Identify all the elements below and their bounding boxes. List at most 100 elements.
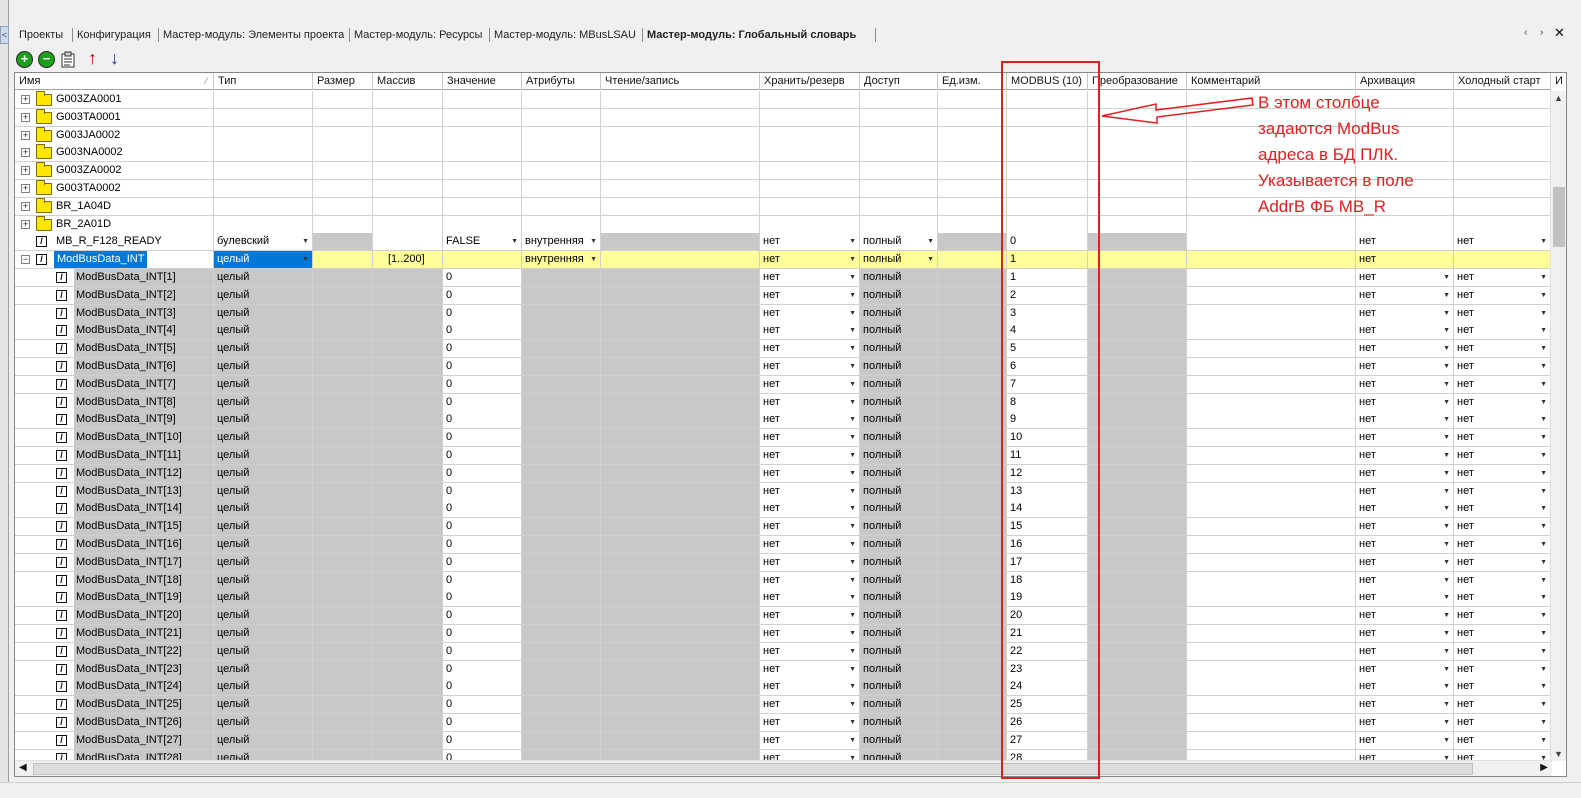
cell-col-11[interactable] [1088, 233, 1187, 252]
cell-col-11[interactable] [1088, 304, 1187, 323]
dropdown-arrow-icon[interactable]: ▼ [849, 732, 856, 749]
cell-col-2[interactable] [313, 500, 373, 519]
dropdown-arrow-icon[interactable]: ▼ [849, 340, 856, 357]
cell-col-1[interactable]: целый [214, 393, 313, 412]
cell-col-7[interactable]: нет ▼ [760, 482, 860, 501]
cell-col-6[interactable] [601, 197, 760, 216]
cell-col-1[interactable]: целый [214, 678, 313, 697]
cell-col-12[interactable] [1187, 589, 1356, 608]
tab-5[interactable]: Мастер-модуль: Глобальный словарь [647, 26, 856, 44]
cell-col-4[interactable]: 0 [443, 696, 522, 715]
dropdown-arrow-icon[interactable]: ▼ [1540, 447, 1547, 464]
cell-col-13[interactable]: нет ▼ [1356, 589, 1454, 608]
cell-col-14[interactable]: нет ▼ [1454, 678, 1550, 697]
cell-col-8[interactable]: полный [860, 269, 938, 287]
cell-col-13[interactable]: нет [1356, 233, 1454, 252]
table-row[interactable]: / ModBusData_INT[10] целый 0 нет ▼ полный 10 нет… [15, 429, 1550, 448]
cell-col-9[interactable] [938, 553, 1007, 572]
modbus-address-cell[interactable]: 26 [1007, 714, 1088, 732]
cell-col-13[interactable]: нет ▼ [1356, 625, 1454, 643]
table-row[interactable]: / ModBusData_INT[24] целый 0 нет ▼ полный 24 нет… [15, 678, 1550, 697]
dropdown-arrow-icon[interactable]: ▼ [1443, 643, 1450, 660]
cell-col-2[interactable] [313, 269, 373, 287]
cell-col-1[interactable] [214, 144, 313, 163]
cell-col-1[interactable] [214, 162, 313, 181]
cell-col-12[interactable] [1187, 251, 1356, 270]
cell-col-12[interactable] [1187, 393, 1356, 412]
vertical-scroll-thumb[interactable] [1553, 187, 1565, 247]
cell-col-14[interactable]: нет ▼ [1454, 518, 1550, 537]
cell-col-6[interactable] [601, 464, 760, 483]
cell-col-7[interactable]: нет ▼ [760, 429, 860, 448]
name-cell[interactable]: / ModBusData_INT[12] [15, 464, 214, 483]
cell-col-7[interactable]: нет ▼ [760, 571, 860, 590]
dropdown-arrow-icon[interactable]: ▼ [1540, 287, 1547, 304]
cell-col-13[interactable]: нет ▼ [1356, 571, 1454, 590]
dropdown-arrow-icon[interactable]: ▼ [1540, 376, 1547, 393]
name-cell[interactable]: − / ModBusData_INT [15, 251, 214, 270]
cell-col-2[interactable] [313, 518, 373, 537]
modbus-address-cell[interactable]: 20 [1007, 607, 1088, 626]
cell-col-13[interactable]: нет [1356, 251, 1454, 270]
cell-col-5[interactable] [522, 197, 601, 216]
cell-col-2[interactable] [313, 589, 373, 608]
cell-col-2[interactable] [313, 340, 373, 359]
table-row[interactable]: / ModBusData_INT[14] целый 0 нет ▼ полный 14 нет… [15, 500, 1550, 519]
cell-col-14[interactable]: нет ▼ [1454, 358, 1550, 376]
dropdown-arrow-icon[interactable]: ▼ [849, 714, 856, 731]
cell-col-13[interactable]: нет ▼ [1356, 553, 1454, 572]
cell-col-7[interactable]: нет ▼ [760, 731, 860, 750]
cell-col-13[interactable]: нет ▼ [1356, 714, 1454, 732]
cell-col-13[interactable]: нет ▼ [1356, 678, 1454, 697]
cell-col-3[interactable] [373, 269, 443, 287]
dropdown-arrow-icon[interactable]: ▼ [1540, 643, 1547, 660]
cell-col-1[interactable] [214, 215, 313, 234]
table-row[interactable]: / ModBusData_INT[19] целый 0 нет ▼ полный 19 нет… [15, 589, 1550, 608]
cell-col-8[interactable]: полный [860, 625, 938, 643]
modbus-address-cell[interactable]: 10 [1007, 429, 1088, 448]
cell-col-5[interactable] [522, 536, 601, 554]
cell-col-5[interactable] [522, 126, 601, 145]
cell-col-9[interactable] [938, 518, 1007, 537]
cell-col-12[interactable] [1187, 571, 1356, 590]
cell-col-5[interactable] [522, 358, 601, 376]
cell-col-1[interactable]: целый [214, 536, 313, 554]
name-cell[interactable]: + G003ZA0002 [15, 162, 214, 181]
dropdown-arrow-icon[interactable]: ▼ [1540, 322, 1547, 339]
cell-col-1[interactable]: целый [214, 429, 313, 448]
cell-col-6[interactable] [601, 215, 760, 234]
dropdown-arrow-icon[interactable]: ▼ [1443, 483, 1450, 500]
name-cell[interactable]: / ModBusData_INT[5] [15, 340, 214, 359]
cell-col-9[interactable] [938, 358, 1007, 376]
cell-col-5[interactable] [522, 393, 601, 412]
cell-col-1[interactable] [214, 197, 313, 216]
cell-col-11[interactable] [1088, 144, 1187, 163]
cell-col-5[interactable] [522, 108, 601, 127]
dropdown-arrow-icon[interactable]: ▼ [849, 269, 856, 286]
cell-col-5[interactable] [522, 464, 601, 483]
cell-col-12[interactable] [1187, 358, 1356, 376]
cell-col-1[interactable]: целый [214, 322, 313, 341]
cell-col-4[interactable] [443, 180, 522, 198]
cell-col-14[interactable]: нет ▼ [1454, 393, 1550, 412]
cell-col-2[interactable] [313, 215, 373, 234]
cell-col-9[interactable] [938, 197, 1007, 216]
cell-col-4[interactable]: 0 [443, 714, 522, 732]
cell-col-1[interactable]: целый [214, 340, 313, 359]
cell-col-9[interactable] [938, 482, 1007, 501]
cell-col-1[interactable]: целый ▼ [214, 251, 313, 270]
dropdown-arrow-icon[interactable]: ▼ [1443, 696, 1450, 713]
cell-col-8[interactable]: полный [860, 286, 938, 305]
cell-col-12[interactable] [1187, 429, 1356, 448]
modbus-address-cell[interactable]: 16 [1007, 536, 1088, 554]
table-row[interactable]: / ModBusData_INT[18] целый 0 нет ▼ полный 18 нет… [15, 571, 1550, 590]
cell-col-11[interactable] [1088, 215, 1187, 234]
tab-0[interactable]: Проекты [19, 26, 63, 44]
cell-col-2[interactable] [313, 322, 373, 341]
cell-col-8[interactable]: полный [860, 340, 938, 359]
cell-col-4[interactable] [443, 197, 522, 216]
dropdown-arrow-icon[interactable]: ▼ [849, 483, 856, 500]
cell-col-6[interactable] [601, 304, 760, 323]
modbus-address-cell[interactable]: 15 [1007, 518, 1088, 537]
cell-col-6[interactable] [601, 411, 760, 430]
